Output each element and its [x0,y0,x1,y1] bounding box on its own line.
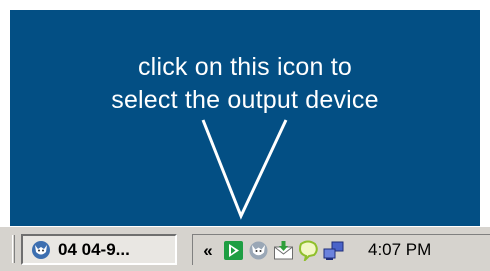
speech-bubble-icon[interactable] [298,240,319,263]
taskbar-grip[interactable] [12,235,15,263]
instruction-line-1: click on this icon to [137,53,352,81]
instruction-line-2: select the output device [111,86,379,114]
desktop-annotation-area: click on this icon to select the output … [10,10,480,226]
mail-download-icon[interactable] [273,240,294,261]
task-button-label: 04 04-9... [58,239,130,259]
task-button[interactable]: 04 04-9... [21,234,177,265]
taskbar-clock[interactable]: 4:07 PM [368,240,431,260]
pointer-arrow [201,119,288,220]
wolf-head-icon [31,240,51,260]
show-hidden-icons-button[interactable]: « [193,236,223,265]
network-computers-icon[interactable] [323,240,344,261]
taskbar: 04 04-9... « 4:07 PM [0,226,490,271]
system-tray: « 4:07 PM [192,234,490,265]
media-play-icon[interactable] [223,240,244,261]
wolf-head-icon[interactable] [248,240,269,261]
